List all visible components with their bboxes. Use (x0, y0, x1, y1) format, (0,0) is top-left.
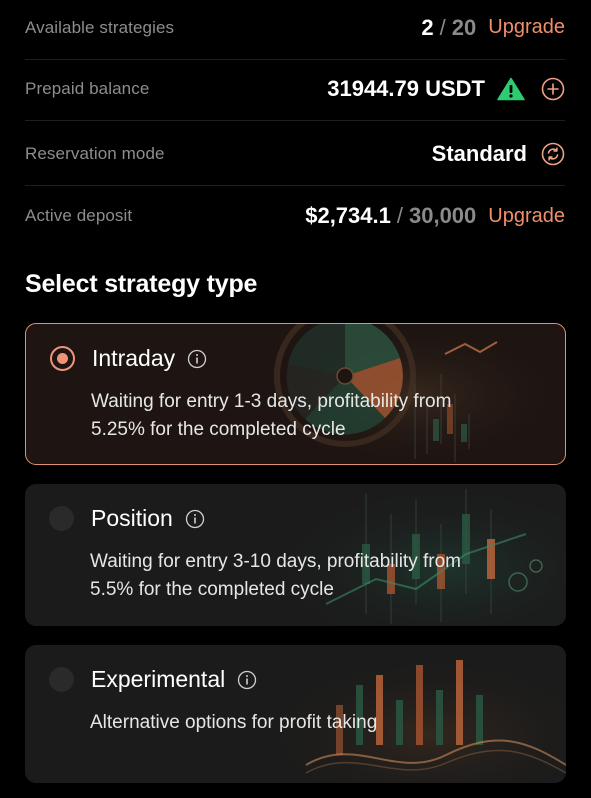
position-header: Position (49, 505, 205, 532)
balance-value: 31944.79 USDT (327, 75, 485, 101)
strategies-value: 2 / 20 Upgrade (421, 15, 565, 41)
reservation-value-group: Standard (432, 141, 565, 167)
intraday-header: Intraday (50, 345, 207, 372)
strategies-used: 2 (421, 14, 434, 40)
deposit-row: Active deposit $2,734.1 / 30,000 Upgrade (25, 184, 565, 248)
strategies-total: 20 (451, 14, 477, 40)
card-description: Alternative options for profit taking (90, 712, 378, 733)
radio-selected[interactable] (50, 346, 75, 371)
reservation-label: Reservation mode (25, 143, 165, 163)
radio-unselected[interactable] (49, 667, 74, 692)
deposit-upgrade-link[interactable]: Upgrade (488, 205, 565, 228)
swap-cycle-icon[interactable] (541, 142, 565, 166)
info-icon[interactable] (237, 670, 257, 690)
warning-triangle-icon[interactable] (497, 77, 525, 101)
balance-label: Prepaid balance (25, 78, 150, 98)
balance-row: Prepaid balance 31944.79 USDT (25, 57, 565, 121)
reservation-value: Standard (431, 140, 527, 166)
deposit-current: $2,734.1 (305, 203, 391, 228)
card-title: Intraday (92, 345, 176, 371)
plus-circle-icon[interactable] (541, 77, 565, 101)
strategies-upgrade-link[interactable]: Upgrade (488, 16, 565, 39)
experimental-header: Experimental (49, 666, 257, 693)
strategy-card-experimental[interactable]: Experimental Alternative options for pro… (25, 645, 566, 783)
radio-unselected[interactable] (49, 506, 74, 531)
strategies-label: Available strategies (25, 17, 175, 37)
strategies-row: Available strategies 2 / 20 Upgrade (25, 0, 565, 60)
card-description: Waiting for entry 1-3 days, profitabilit… (91, 391, 452, 440)
strategy-card-intraday[interactable]: Intraday Waiting for entry 1-3 days, pro… (25, 323, 566, 465)
reservation-row: Reservation mode Standard (25, 122, 565, 186)
deposit-limit: 30,000 (408, 203, 477, 228)
card-description: Waiting for entry 3-10 days, profitabili… (90, 551, 461, 600)
info-icon[interactable] (185, 509, 205, 529)
balance-value-group: 31944.79 USDT (327, 76, 565, 102)
card-title: Position (91, 505, 173, 531)
strategy-card-position[interactable]: Position Waiting for entry 3-10 days, pr… (25, 484, 566, 626)
deposit-label: Active deposit (25, 206, 133, 225)
card-title: Experimental (91, 666, 226, 692)
section-title: Select strategy type (25, 270, 258, 298)
strategies-separator: / (439, 14, 446, 40)
deposit-separator: / (396, 203, 403, 228)
deposit-value-group: $2,734.1 / 30,000 Upgrade (305, 203, 565, 229)
info-icon[interactable] (187, 349, 207, 369)
